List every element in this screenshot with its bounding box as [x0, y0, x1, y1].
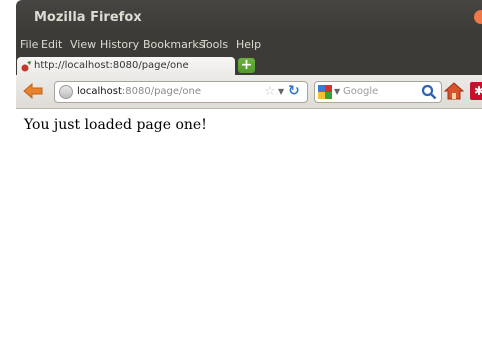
url-dropdown-icon[interactable]: ▼: [278, 87, 284, 96]
search-magnifier-icon[interactable]: [421, 84, 437, 100]
firefox-favicon-icon: [21, 61, 31, 72]
url-host: localhost: [77, 86, 122, 97]
menu-view[interactable]: View: [70, 38, 96, 51]
menu-history[interactable]: History: [100, 38, 139, 51]
browser-window: Mozilla Firefox File Edit View History B…: [16, 0, 482, 359]
reload-icon[interactable]: ↻: [288, 83, 300, 99]
menu-tools[interactable]: Tools: [201, 38, 228, 51]
addon-icon[interactable]: ✱: [470, 82, 482, 100]
home-icon[interactable]: [444, 81, 464, 101]
url-path: :8080/page/one: [121, 86, 202, 97]
close-window-icon[interactable]: [474, 10, 482, 24]
engine-dropdown-icon[interactable]: ▼: [334, 87, 340, 96]
tab-strip: http://localhost:8080/page/one +: [16, 55, 482, 75]
google-engine-icon[interactable]: [318, 85, 332, 99]
navigation-bar: localhost:8080/page/one ☆ ▼ ↻ ▼ Google ✱: [16, 75, 482, 109]
site-identity-icon[interactable]: [59, 85, 73, 99]
menu-file[interactable]: File: [20, 38, 38, 51]
search-bar[interactable]: ▼ Google: [314, 81, 442, 103]
title-bar: Mozilla Firefox: [16, 0, 482, 35]
window-title: Mozilla Firefox: [34, 10, 142, 25]
url-text[interactable]: localhost:8080/page/one: [77, 86, 201, 97]
new-tab-button[interactable]: +: [238, 58, 255, 73]
url-bar[interactable]: localhost:8080/page/one ☆ ▼ ↻: [54, 81, 308, 103]
tab-label: http://localhost:8080/page/one: [34, 60, 189, 71]
menu-edit[interactable]: Edit: [41, 38, 62, 51]
menu-bookmarks[interactable]: Bookmarks: [143, 38, 204, 51]
back-arrow-icon[interactable]: [22, 80, 44, 102]
page-message: You just loaded page one!: [24, 117, 207, 133]
page-content: You just loaded page one!: [16, 109, 482, 359]
tab-page-one[interactable]: http://localhost:8080/page/one: [17, 57, 235, 75]
bookmark-star-icon[interactable]: ☆: [264, 84, 276, 99]
menu-bar: File Edit View History Bookmarks Tools H…: [16, 35, 482, 55]
search-input[interactable]: Google: [343, 86, 378, 97]
plus-icon: +: [240, 57, 253, 73]
menu-help[interactable]: Help: [236, 38, 261, 51]
